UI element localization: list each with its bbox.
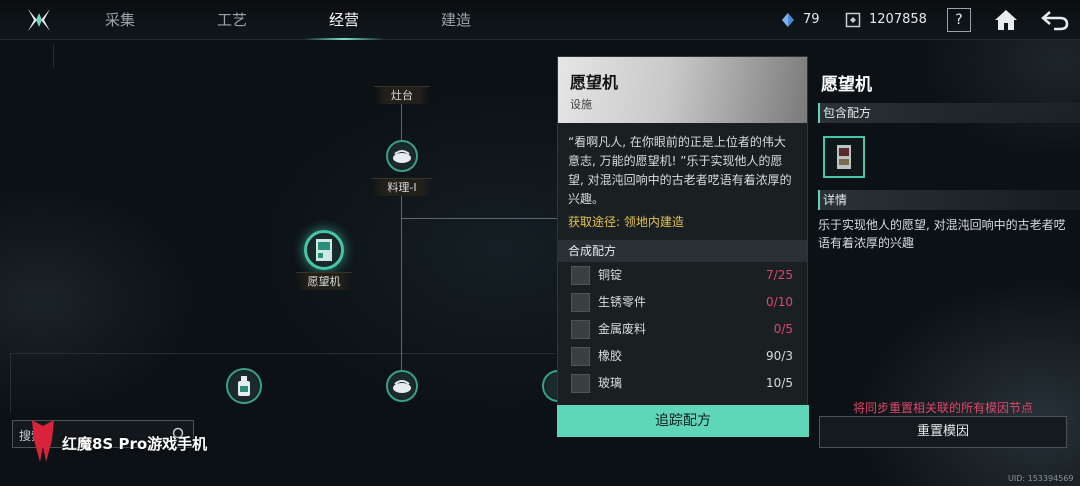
tab-building[interactable]: 建造 — [416, 0, 496, 40]
node-label-wishing-machine[interactable]: 愿望机 — [296, 272, 352, 290]
tree-connector — [401, 102, 402, 142]
panel-title: 愿望机 — [821, 75, 872, 95]
recipe-slot[interactable] — [823, 136, 865, 178]
card-header: 愿望机 设施 — [558, 57, 807, 123]
material-name: 橡胶 — [598, 349, 623, 363]
material-qty: 7/25 — [766, 268, 793, 282]
card-source: 获取途径: 领地内建造 — [568, 215, 684, 229]
material-name: 铜锭 — [598, 268, 623, 282]
details-text: 乐于实现他人的愿望, 对混沌回响中的古老者呓语有着浓厚的兴趣 — [818, 218, 1066, 250]
material-row[interactable]: 铜锭 7/25 — [558, 262, 807, 289]
metal-scrap-icon — [571, 320, 590, 339]
user-id: UID: 153394569 — [1008, 474, 1074, 483]
wishing-machine-icon — [837, 145, 851, 169]
copper-ingot-icon — [571, 266, 590, 285]
tree-connector — [401, 218, 557, 219]
tree-node-dish[interactable] — [386, 140, 418, 172]
card-subtitle: 设施 — [570, 98, 592, 111]
card-title: 愿望机 — [570, 73, 619, 92]
row-divider — [10, 353, 555, 354]
glass-icon — [571, 374, 590, 393]
details-header: 详情 — [818, 190, 1080, 210]
material-row[interactable]: 生锈零件 0/10 — [558, 289, 807, 316]
home-icon[interactable] — [992, 6, 1020, 34]
card-description: “看啊凡人, 在你眼前的正是上位者的伟大意志, 万能的愿望机! ”乐于实现他人的… — [568, 135, 792, 206]
material-qty: 10/5 — [766, 376, 793, 390]
tree-node-wishing-machine[interactable] — [304, 230, 344, 270]
node-label-stove[interactable]: 灶台 — [374, 86, 430, 104]
reset-warning: 将同步重置相关联的所有模因节点 — [852, 401, 1033, 415]
reset-meme-button[interactable]: 重置模因 — [819, 416, 1067, 448]
tree-node-bottle[interactable] — [226, 368, 262, 404]
coin-count: 1207858 — [869, 12, 927, 27]
material-qty: 0/5 — [773, 322, 793, 336]
divider — [53, 45, 54, 67]
included-recipes-header: 包含配方 — [818, 103, 1080, 123]
crystal-count: 79 — [803, 12, 820, 27]
node-label-cooking[interactable]: 料理-I — [372, 178, 432, 196]
material-name: 玻璃 — [598, 376, 623, 390]
track-recipe-button[interactable]: 追踪配方 — [557, 405, 809, 437]
watermark-text: 红魔8S Pro游戏手机 — [62, 435, 208, 453]
help-button[interactable]: ? — [947, 8, 971, 32]
material-qty: 90/3 — [766, 349, 793, 363]
material-name: 生锈零件 — [598, 295, 647, 309]
bottle-icon — [238, 376, 250, 396]
back-icon[interactable] — [1040, 6, 1070, 34]
tree-node-dish-2[interactable] — [386, 370, 418, 402]
crystal-icon — [782, 13, 794, 27]
dish-icon — [393, 150, 411, 163]
top-bar: 采集 工艺 经营 建造 79 1207858 ? — [0, 0, 1080, 40]
material-row[interactable]: 玻璃 10/5 — [558, 370, 807, 397]
item-detail-card: 愿望机 设施 “看啊凡人, 在你眼前的正是上位者的伟大意志, 万能的愿望机! ”… — [557, 56, 808, 436]
material-name: 金属废料 — [598, 322, 647, 336]
material-row[interactable]: 橡胶 90/3 — [558, 343, 807, 370]
rusty-parts-icon — [571, 293, 590, 312]
tab-management[interactable]: 经营 — [304, 0, 384, 40]
watermark-logo-icon — [32, 420, 54, 462]
tree-connector — [401, 195, 402, 370]
coin-icon — [845, 12, 861, 28]
wishing-machine-icon — [316, 239, 332, 261]
game-logo-icon[interactable] — [26, 7, 52, 33]
tab-crafting[interactable]: 工艺 — [192, 0, 272, 40]
row-divider-side — [10, 353, 11, 413]
recipe-header: 合成配方 — [558, 240, 807, 262]
rubber-icon — [571, 347, 590, 366]
material-row[interactable]: 金属废料 0/5 — [558, 316, 807, 343]
material-qty: 0/10 — [766, 295, 793, 309]
dish-icon — [393, 380, 411, 393]
tab-gathering[interactable]: 采集 — [80, 0, 160, 40]
